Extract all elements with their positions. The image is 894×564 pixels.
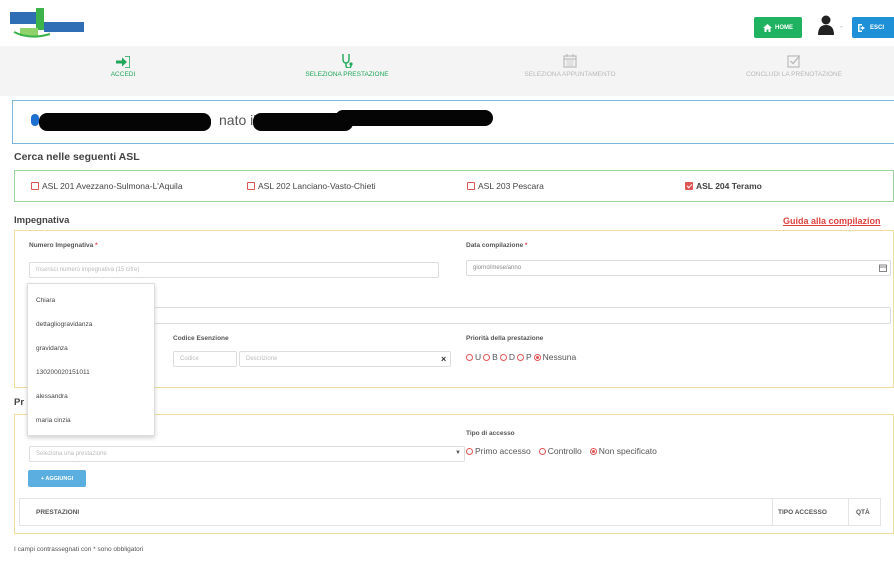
step-label: SELEZIONA APPUNTAMENTO xyxy=(524,71,616,78)
asl-201-checkbox[interactable] xyxy=(31,182,39,190)
impegnativa-title: Impegnativa xyxy=(14,215,70,226)
home-button[interactable]: HOME xyxy=(754,17,802,38)
descrizione-esenzione-input[interactable]: Descrizione xyxy=(239,351,451,367)
numero-impegnativa-input[interactable]: Inserisci numero impegnativa (15 cifre) xyxy=(29,262,439,278)
asl-204-checkbox[interactable] xyxy=(685,182,693,190)
clear-esenzione-icon[interactable]: × xyxy=(441,354,446,364)
asl-202-label: ASL 202 Lanciano-Vasto-Chieti xyxy=(258,181,376,191)
check-square-icon xyxy=(787,55,801,68)
priorita-u-radio[interactable] xyxy=(466,353,473,361)
step-label: SELEZIONA PRESTAZIONE xyxy=(305,71,389,78)
priorita-b-label: B xyxy=(492,352,498,362)
step-accedi[interactable]: ACCEDI xyxy=(33,52,213,78)
tipo-accesso-column-header: TIPO ACCESSO xyxy=(778,509,827,516)
asl-201-option[interactable]: ASL 201 Avezzano-Sulmona-L'Aquila xyxy=(31,181,183,191)
asl-203-label: ASL 203 Pescara xyxy=(478,181,544,191)
step-seleziona-prestazione[interactable]: SELEZIONA PRESTAZIONE xyxy=(257,52,437,78)
redacted-patient-name xyxy=(39,113,211,131)
priorita-label: Priorità della prestazione xyxy=(466,335,544,342)
primo-accesso-label: Primo accesso xyxy=(475,446,531,456)
non-specificato-label: Non specificato xyxy=(598,446,657,456)
autocomplete-item[interactable]: 130200020151011 xyxy=(36,369,90,376)
asl-202-checkbox[interactable] xyxy=(247,182,255,190)
priorita-p-radio[interactable] xyxy=(516,353,524,361)
step-concludi-prenotazione: CONCLUDI LA PRENOTAZIONE xyxy=(704,52,884,78)
top-bar: HOME - ESCI xyxy=(0,0,894,46)
asl-section-title: Cerca nelle seguenti ASL xyxy=(14,151,140,163)
non-specificato-radio[interactable] xyxy=(589,447,597,455)
asl-203-checkbox[interactable] xyxy=(467,182,475,190)
step-label: ACCEDI xyxy=(110,71,136,78)
prestazioni-column-header: PRESTAZIONI xyxy=(36,509,80,516)
autocomplete-item[interactable]: dettagliogravidanza xyxy=(36,321,92,328)
calendar-picker-icon[interactable] xyxy=(879,264,887,272)
redacted-birth-place xyxy=(335,110,493,126)
guida-compilazione-link[interactable]: Guida alla compilazion xyxy=(783,216,881,226)
booking-steps: ACCEDI SELEZIONA PRESTAZIONE SELEZIONA A… xyxy=(0,46,894,96)
autocomplete-item[interactable]: alessandra xyxy=(36,393,68,400)
asl-201-label: ASL 201 Avezzano-Sulmona-L'Aquila xyxy=(42,181,183,191)
prestazione-select[interactable]: Seleziona una prestazione xyxy=(29,446,465,462)
priorita-p-label: P xyxy=(525,352,532,362)
primo-accesso-radio[interactable] xyxy=(466,447,473,455)
user-icon[interactable] xyxy=(818,15,834,35)
asl-checkbox-group: ASL 201 Avezzano-Sulmona-L'Aquila ASL 20… xyxy=(14,170,894,202)
prestazioni-title: Pr xyxy=(14,397,25,408)
sanita-logo[interactable] xyxy=(10,6,86,40)
stethoscope-icon xyxy=(342,54,353,68)
medico-input[interactable] xyxy=(29,307,891,324)
step-seleziona-appuntamento: SELEZIONA APPUNTAMENTO xyxy=(480,52,660,78)
codice-esenzione-label: Codice Esenzione xyxy=(173,335,229,342)
controllo-radio[interactable] xyxy=(538,447,546,455)
priorita-nessuna-radio[interactable] xyxy=(533,353,541,361)
priorita-b-radio[interactable] xyxy=(483,353,491,361)
step-label: CONCLUDI LA PRENOTAZIONE xyxy=(746,71,842,78)
home-icon xyxy=(763,23,772,32)
tipo-accesso-label: Tipo di accesso xyxy=(466,430,515,437)
patient-info-box: nato il xyxy=(12,100,894,144)
codice-esenzione-input[interactable]: Codice xyxy=(173,351,237,367)
asl-203-option[interactable]: ASL 203 Pescara xyxy=(467,181,544,191)
home-label: HOME xyxy=(775,24,793,31)
user-marker-icon xyxy=(31,114,39,126)
tipo-accesso-radio-group: Primo accesso Controllo Non specificato xyxy=(466,446,657,456)
data-compilazione-input[interactable]: giorno/mese/anno xyxy=(466,260,891,276)
numero-impegnativa-label: Numero Impegnativa * xyxy=(29,242,98,249)
esci-label: ESCI xyxy=(870,24,885,31)
autocomplete-dropdown: Chiara dettagliogravidanza gravidanza 13… xyxy=(27,283,155,436)
data-compilazione-label: Data compilazione * xyxy=(466,242,528,249)
controllo-label: Controllo xyxy=(547,446,582,456)
asl-202-option[interactable]: ASL 202 Lanciano-Vasto-Chieti xyxy=(247,181,376,191)
autocomplete-item[interactable]: maria cinzia xyxy=(36,417,71,424)
born-label: nato il xyxy=(219,112,257,128)
priorita-d-label: D xyxy=(508,352,515,362)
aggiungi-button[interactable]: + AGGIUNGI xyxy=(28,470,86,487)
autocomplete-item[interactable]: gravidanza xyxy=(36,345,68,352)
priorita-radio-group: U B D P Nessuna xyxy=(466,352,576,362)
autocomplete-item[interactable]: Chiara xyxy=(36,297,55,304)
separator: - xyxy=(840,22,843,31)
select-caret-icon[interactable]: ▼ xyxy=(455,450,461,456)
sign-in-icon xyxy=(116,56,130,68)
sign-out-icon xyxy=(858,23,865,32)
required-fields-note: I campi contrassegnati con * sono obblig… xyxy=(14,546,144,553)
priorita-d-radio[interactable] xyxy=(499,353,507,361)
calendar-icon xyxy=(563,54,577,68)
esci-button[interactable]: ESCI xyxy=(852,17,894,38)
qta-column-header: QTÀ xyxy=(856,509,870,516)
priorita-nessuna-label: Nessuna xyxy=(542,352,577,362)
asl-204-label: ASL 204 Teramo xyxy=(696,181,762,191)
asl-204-option[interactable]: ASL 204 Teramo xyxy=(685,181,762,191)
prestazioni-table: PRESTAZIONI TIPO ACCESSO QTÀ xyxy=(19,498,881,526)
priorita-u-label: U xyxy=(475,352,482,362)
